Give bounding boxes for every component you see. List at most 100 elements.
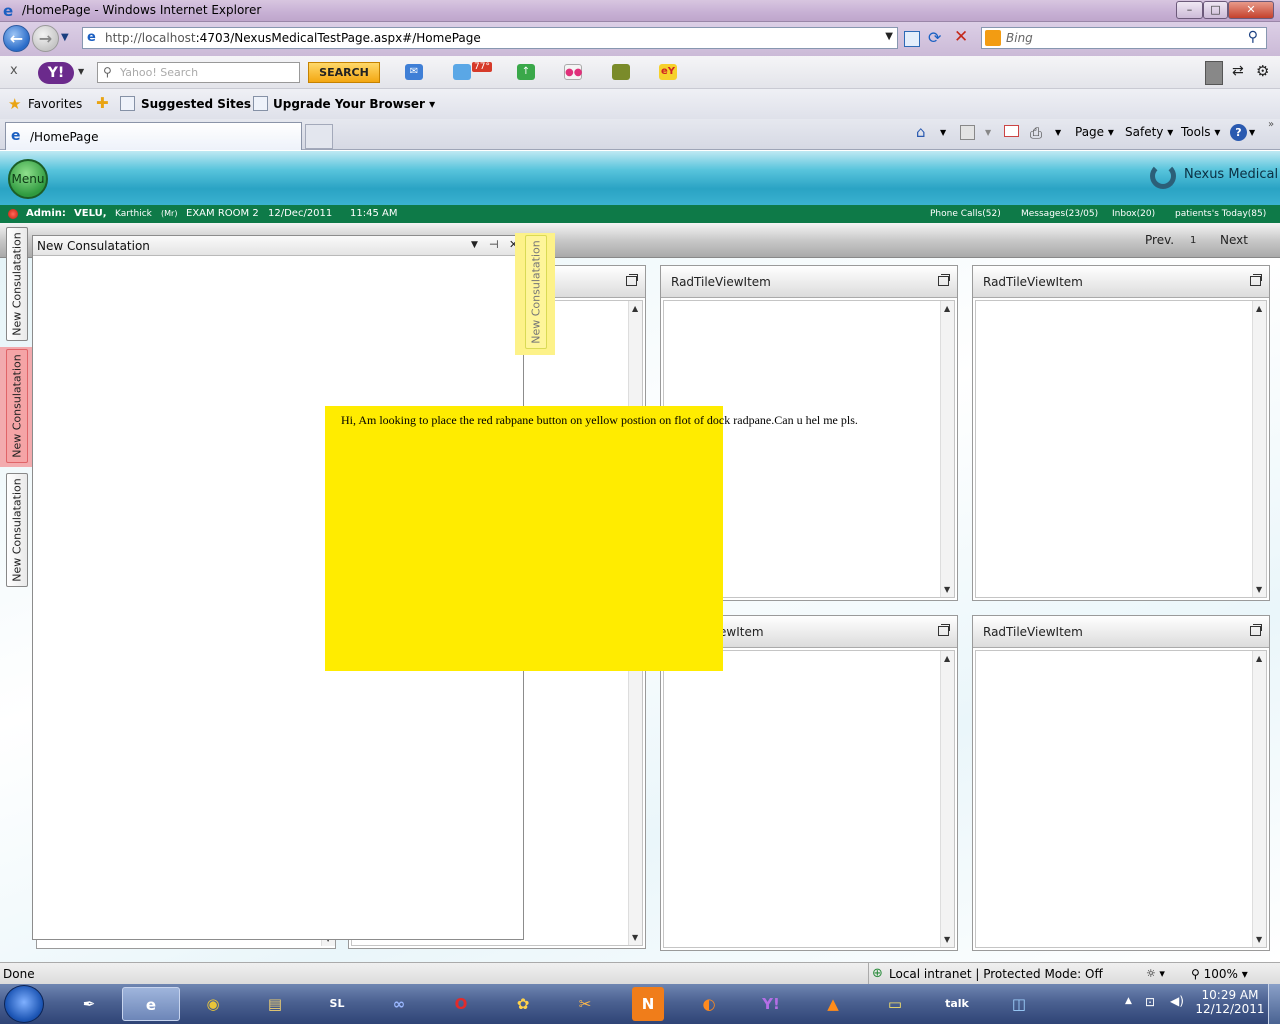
chrome-taskbar-icon[interactable]: ◉ [184, 987, 242, 1021]
volume-icon[interactable]: ◀) [1170, 994, 1184, 1008]
chevron-down-icon[interactable]: ▼ [985, 128, 991, 137]
back-button[interactable]: ← [3, 25, 30, 52]
scroll-down-icon[interactable]: ▼ [944, 935, 950, 944]
add-favorite-icon[interactable]: ✚ [96, 94, 109, 112]
rss-feed-icon[interactable] [960, 125, 975, 140]
opera-taskbar-icon[interactable]: O [432, 987, 490, 1021]
vlc-taskbar-icon[interactable]: ▲ [804, 987, 862, 1021]
picasa-taskbar-icon[interactable]: ✿ [494, 987, 552, 1021]
yahoo-search-input[interactable]: ⚲ Yahoo! Search [97, 62, 300, 83]
maximize-tile-icon[interactable] [938, 274, 950, 286]
maximize-tile-icon[interactable] [938, 624, 950, 636]
gear-icon[interactable]: ⚙ [1256, 62, 1269, 80]
page-menu[interactable]: Page ▾ [1075, 125, 1114, 139]
visual-studio-taskbar-icon[interactable]: ∞ [370, 987, 428, 1021]
remote-desktop-taskbar-icon[interactable]: ◫ [990, 987, 1048, 1021]
tray-expand-icon[interactable]: ▲ [1125, 996, 1132, 1006]
scroll-up-icon[interactable]: ▲ [632, 304, 638, 313]
toolbar-menu-icon[interactable] [1205, 61, 1223, 85]
toolbar-close-button[interactable]: x [10, 63, 18, 78]
scroll-down-icon[interactable]: ▼ [1256, 585, 1262, 594]
notepad-n-taskbar-icon[interactable]: N [632, 987, 664, 1021]
mail-icon[interactable]: ✉ [405, 64, 423, 80]
chevron-down-icon[interactable]: ▼ [1055, 128, 1061, 137]
scrollbar[interactable]: ▲▼ [1252, 651, 1266, 947]
yahoo-search-button[interactable]: SEARCH [308, 62, 380, 83]
weather-icon[interactable] [453, 64, 471, 80]
app-quill-icon[interactable]: ✒ [60, 987, 118, 1021]
scrollbar[interactable]: ▲▼ [1252, 301, 1266, 597]
ebay-icon[interactable]: eY [659, 64, 677, 80]
messages-link[interactable]: Messages(23/05) [1021, 209, 1098, 219]
search-icon[interactable]: ⚲ [1248, 29, 1258, 45]
scrollbar[interactable]: ▲▼ [940, 301, 954, 597]
safety-menu[interactable]: Safety ▾ [1125, 125, 1173, 139]
maximize-tile-icon[interactable] [1250, 624, 1262, 636]
finance-icon[interactable]: ↑ [517, 64, 535, 80]
start-button[interactable] [4, 985, 44, 1023]
protected-mode-icon[interactable]: ☼ ▾ [1146, 967, 1165, 980]
network-icon[interactable]: ⊡ [1145, 995, 1155, 1009]
flickr-icon[interactable]: ●● [564, 64, 582, 80]
scrollbar[interactable]: ▲▼ [628, 651, 642, 945]
next-button[interactable]: Next [1220, 233, 1248, 247]
inbox-link[interactable]: Inbox(20) [1112, 209, 1155, 219]
search-field[interactable]: Bing ⚲ [981, 27, 1267, 49]
refresh-icon[interactable]: ⟳ [928, 28, 941, 47]
gtalk-taskbar-icon[interactable]: talk [928, 987, 986, 1021]
new-tab-button[interactable] [305, 124, 333, 149]
patients-today-link[interactable]: patients's Today(85) [1175, 209, 1266, 219]
upgrade-browser-link[interactable]: Upgrade Your Browser ▾ [273, 97, 435, 111]
minimize-button[interactable]: – [1176, 1, 1203, 19]
scroll-up-icon[interactable]: ▲ [1256, 304, 1262, 313]
scroll-down-icon[interactable]: ▼ [944, 585, 950, 594]
dock-tab-new-consultation-1[interactable]: New Consulatation [6, 227, 28, 341]
chevron-right-icon[interactable]: » [1268, 119, 1274, 130]
pin-icon[interactable]: ⇄ [1232, 63, 1244, 79]
phone-calls-link[interactable]: Phone Calls(52) [930, 209, 1001, 219]
scroll-up-icon[interactable]: ▲ [944, 654, 950, 663]
tab-homepage[interactable]: e /HomePage [5, 122, 302, 150]
pane-tab-new-consultation[interactable]: New Consulatation [525, 235, 547, 349]
address-field[interactable]: e http://localhost:4703/NexusMedicalTest… [82, 27, 898, 49]
zone-text[interactable]: Local intranet | Protected Mode: Off [889, 967, 1103, 981]
yahoo-messenger-taskbar-icon[interactable]: Y! [742, 987, 800, 1021]
pane-header[interactable]: New Consulatation ▼ ⊣ ✕ [33, 236, 523, 256]
show-desktop-button[interactable] [1268, 984, 1280, 1024]
stop-icon[interactable]: ✕ [954, 27, 968, 47]
tile-radtileview-4[interactable]: RadTileViewItem ▲ ▼ [972, 615, 1270, 951]
maximize-tile-icon[interactable] [1250, 274, 1262, 286]
yahoo-logo[interactable]: Y! [38, 62, 74, 84]
forward-button[interactable]: → [32, 25, 59, 52]
prev-button[interactable]: Prev. [1145, 233, 1174, 247]
zoom-control[interactable]: ⚲ 100% ▾ [1191, 967, 1248, 981]
pin-icon[interactable]: ⊣ [489, 238, 499, 251]
sticky-notes-taskbar-icon[interactable]: ▭ [866, 987, 924, 1021]
favorites-button[interactable]: Favorites [28, 97, 82, 111]
scroll-down-icon[interactable]: ▼ [1256, 935, 1262, 944]
tools-taskbar-icon[interactable]: ✂ [556, 987, 614, 1021]
dock-tab-new-consultation-2[interactable]: New Consulatation [6, 349, 28, 463]
help-icon[interactable]: ? [1230, 124, 1247, 141]
firefox-taskbar-icon[interactable]: ◐ [680, 987, 738, 1021]
scroll-up-icon[interactable]: ▲ [1256, 654, 1262, 663]
read-mail-icon[interactable] [1004, 125, 1019, 137]
games-icon[interactable] [612, 64, 630, 80]
scroll-down-icon[interactable]: ▼ [632, 933, 638, 942]
maximize-tile-icon[interactable] [626, 274, 638, 286]
print-icon[interactable]: ⎙ [1030, 124, 1042, 142]
chevron-down-icon[interactable]: ▼ [940, 128, 946, 137]
tile-radtileview-2[interactable]: RadTileViewItem ▲ ▼ [972, 265, 1270, 601]
compat-view-icon[interactable] [904, 31, 920, 47]
page-number[interactable]: 1 [1190, 235, 1196, 246]
clock[interactable]: 10:29 AM 12/12/2011 [1195, 988, 1265, 1016]
pane-options-icon[interactable]: ▼ [471, 240, 478, 250]
explorer-taskbar-icon[interactable]: ▤ [246, 987, 304, 1021]
tools-menu[interactable]: Tools ▾ [1181, 125, 1220, 139]
maximize-button[interactable]: □ [1203, 1, 1228, 19]
scrollbar[interactable]: ▲▼ [940, 651, 954, 947]
scroll-up-icon[interactable]: ▲ [944, 304, 950, 313]
close-button[interactable]: ✕ [1228, 1, 1274, 19]
dock-tab-new-consultation-3[interactable]: New Consulatation [6, 473, 28, 587]
menu-button[interactable]: Menu [8, 159, 48, 199]
